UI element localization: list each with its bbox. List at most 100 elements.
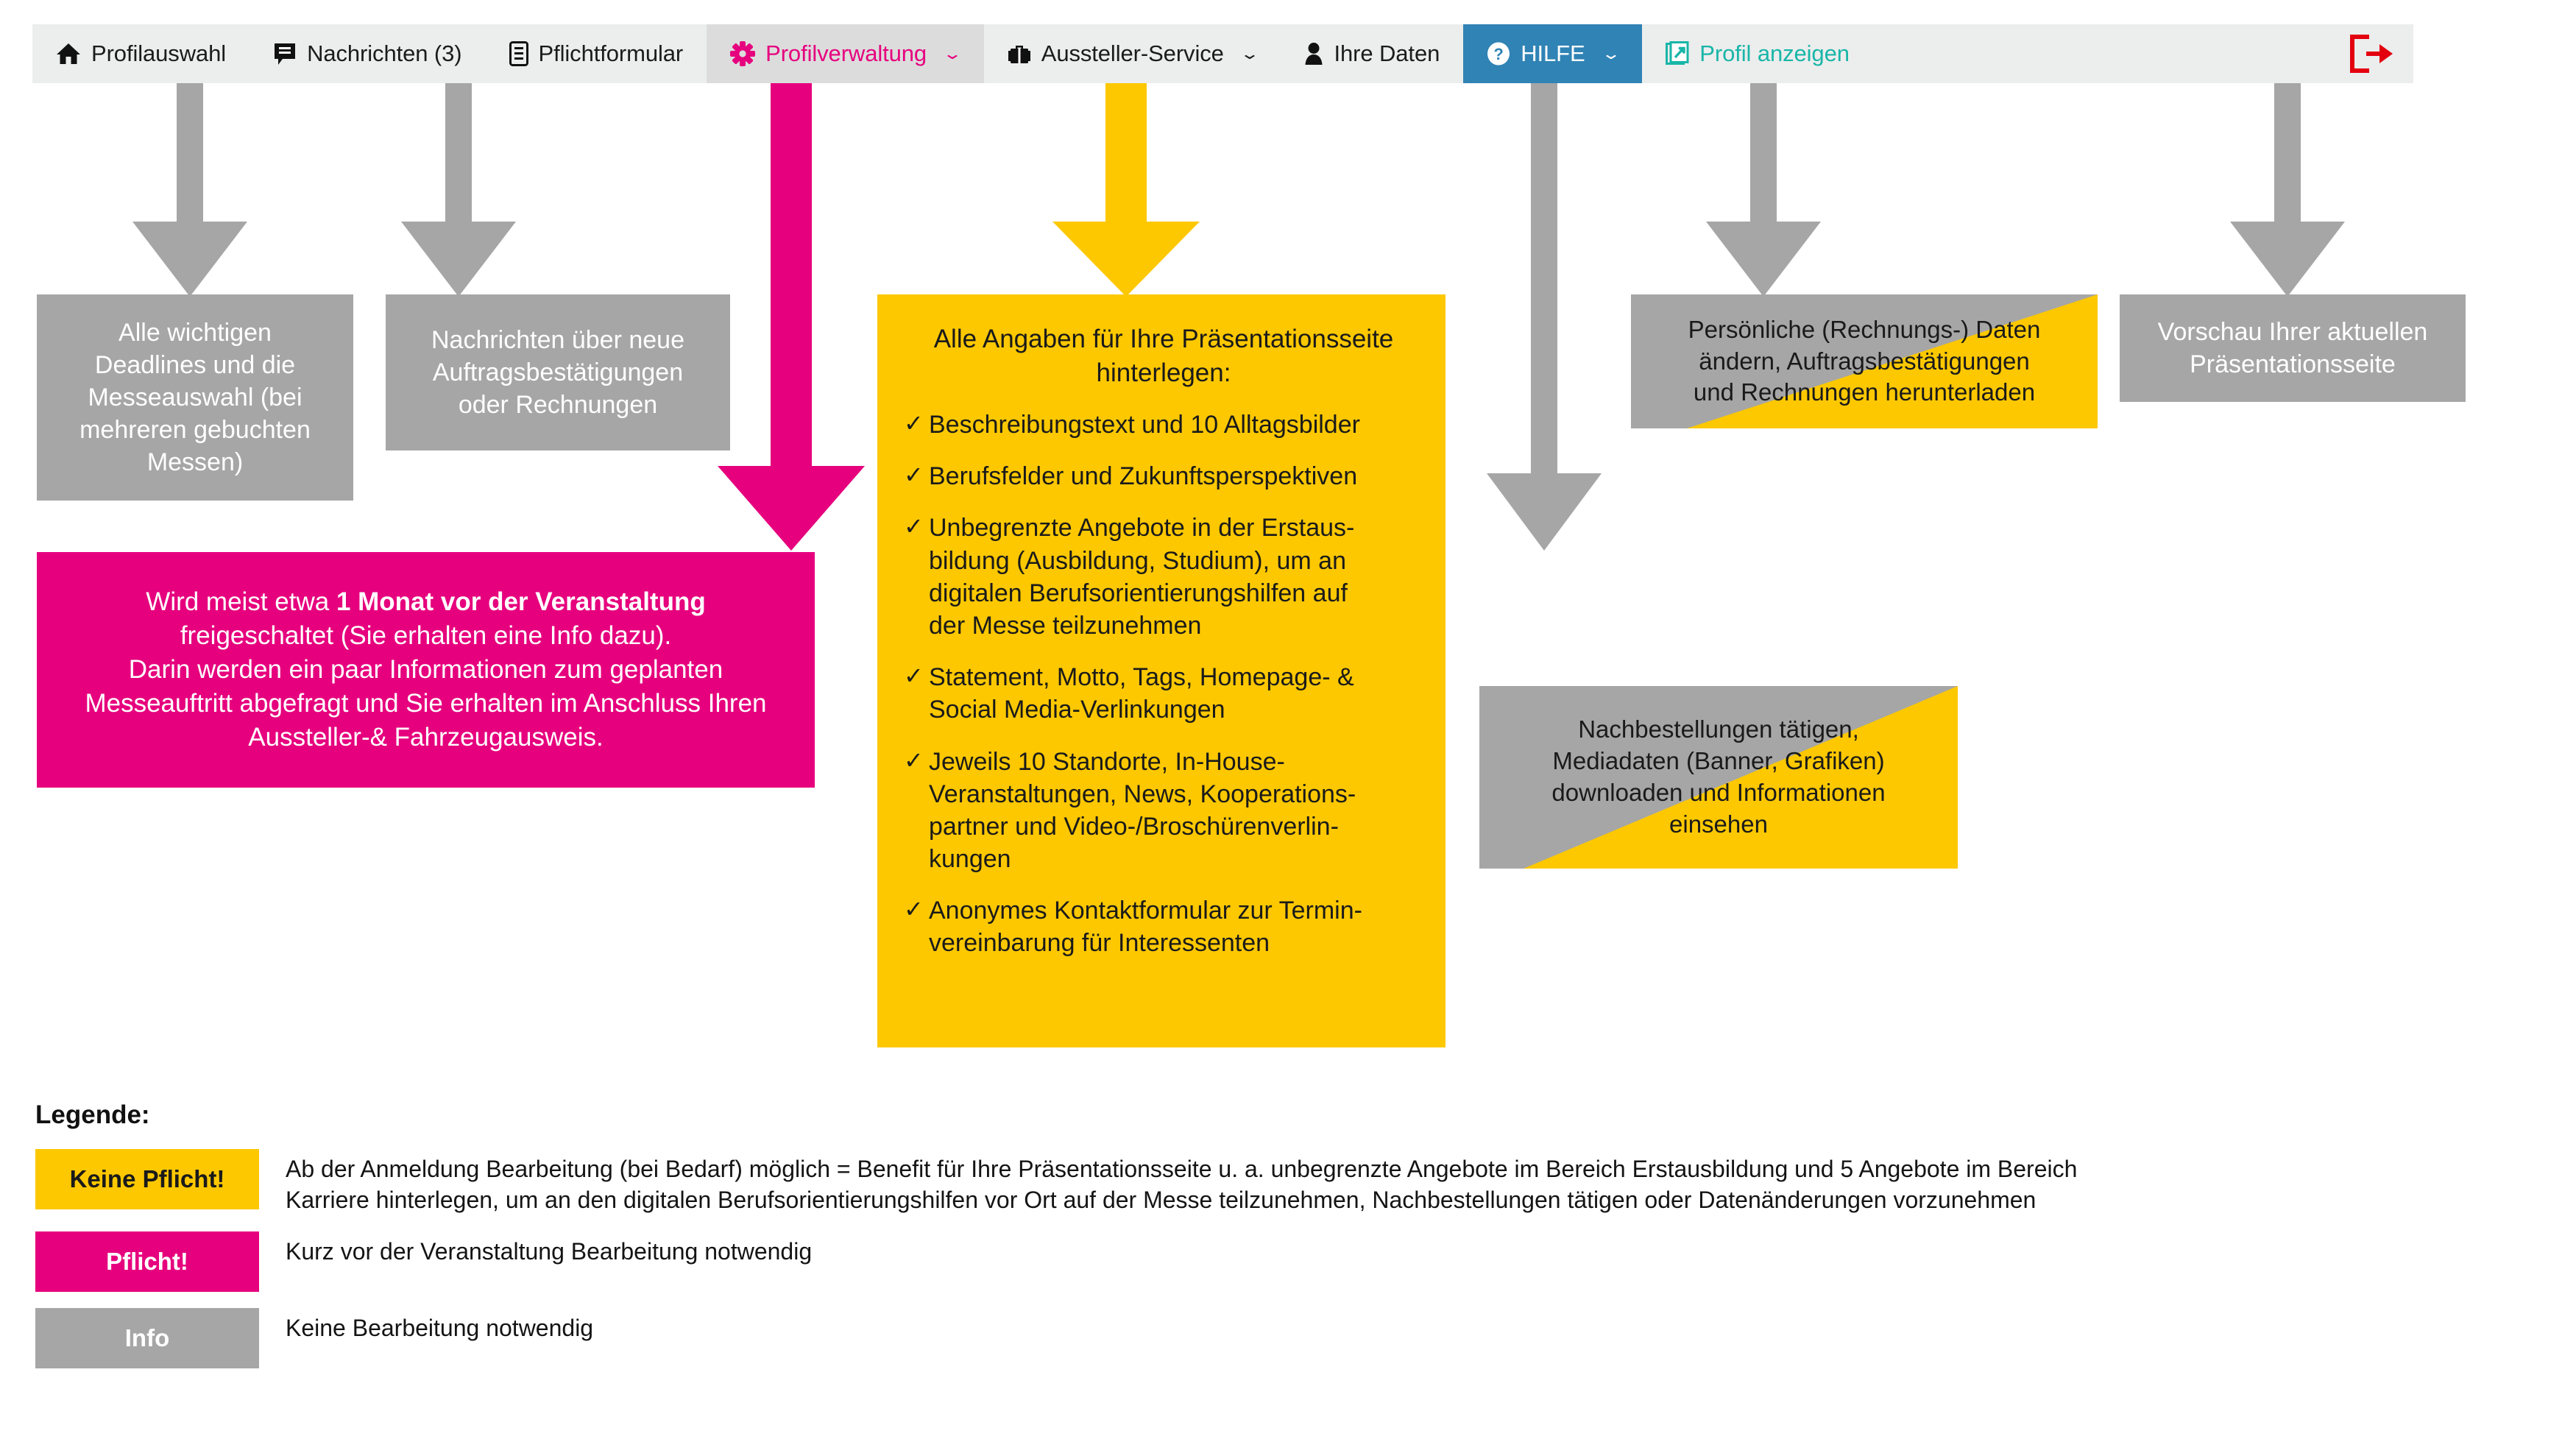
legend-row-keine-pflicht: Keine Pflicht! Ab der Anmeldung Bearbeit… <box>35 1149 2552 1215</box>
box-line: Deadlines und die <box>94 350 296 379</box>
arrow-to-ihre-daten-box <box>1706 83 1821 297</box>
legend-text-line: Kurz vor der Veranstaltung Bearbeitung n… <box>286 1238 813 1265</box>
nav-label-hilfe: HILFE <box>1521 40 1585 66</box>
nav-label-nachrichten: Nachrichten (3) <box>307 40 462 66</box>
logout-button[interactable] <box>2334 24 2413 83</box>
box-line: Messeauswahl (bei <box>88 383 302 411</box>
main-navigation: Profilauswahl Nachrichten (3) Pflichtfor… <box>32 24 2413 83</box>
arrow-to-nachrichten-box <box>401 83 516 297</box>
split-box-text: Persönliche (Rechnungs-) Daten ändern, A… <box>1631 314 2098 409</box>
legend-chip-pflicht: Pflicht! <box>35 1231 259 1293</box>
legend-text-line: Ab der Anmeldung Bearbeitung (bei Bedarf… <box>286 1156 2078 1182</box>
box-line: mehreren gebuchten <box>79 416 311 445</box>
check-icon: ✓ <box>904 410 924 437</box>
box-line: ändern, Auftragsbestätigungen <box>1699 347 2030 375</box>
external-window-icon <box>1666 41 1689 66</box>
nav-item-pflichtformular[interactable]: Pflichtformular <box>486 24 707 83</box>
message-icon <box>273 42 297 66</box>
arrow-to-profilauswahl-box <box>132 83 247 297</box>
box-line: Messen) <box>146 448 244 477</box>
box-line: Messeauftritt abgefragt und Sie erhalten… <box>85 689 767 718</box>
legend-text-line: Karriere hinterlegen, um an den digitale… <box>286 1187 2037 1214</box>
split-box-text: Nachbestellungen tätigen, Mediadaten (Ba… <box>1479 714 1958 841</box>
checklist-item-text: Unbegrenzte Angebote in der Erstaus-bild… <box>929 514 1355 640</box>
split-box-aussteller-service: Nachbestellungen tätigen, Mediadaten (Ba… <box>1479 686 1958 869</box>
box-line: Aussteller-& Fahrzeugausweis. <box>248 723 604 752</box>
box-line: Präsentationsseite <box>2190 350 2396 378</box>
check-icon: ✓ <box>904 896 924 923</box>
box-line: einsehen <box>1669 810 1768 838</box>
nav-item-aussteller-service[interactable]: Aussteller-Service ⌄ <box>984 24 1281 83</box>
legend-chip-info: Info <box>35 1308 259 1369</box>
checklist-item: ✓ Jeweils 10 Standorte, In-House- Veranst… <box>904 746 1423 876</box>
nav-item-profil-anzeigen[interactable]: Profil anzeigen <box>1642 24 1873 83</box>
nav-label-profilverwaltung: Profilverwaltung <box>765 40 927 66</box>
nav-label-profil-anzeigen: Profil anzeigen <box>1699 40 1850 66</box>
checklist-item: ✓ Berufsfelder und Zukunftsperspektiven <box>904 460 1423 492</box>
form-icon <box>509 41 528 66</box>
box-line: Darin werden ein paar Informationen zum … <box>128 654 723 684</box>
legend-row-info: Info Keine Bearbeitung notwendig <box>35 1308 2552 1369</box>
nav-label-aussteller-service: Aussteller-Service <box>1041 40 1224 66</box>
nav-item-profilverwaltung[interactable]: Profilverwaltung ⌄ <box>707 24 984 83</box>
box-line: oder Rechnungen <box>458 391 658 420</box>
checklist-item: ✓ Unbegrenzte Angebote in der Erstaus-bi… <box>904 512 1423 642</box>
box-line: Nachbestellungen tätigen, <box>1578 715 1859 743</box>
legend-chip-keine-pflicht: Keine Pflicht! <box>35 1149 259 1209</box>
box-line: und Rechnungen herunterladen <box>1693 378 2036 406</box>
legend-text-line: Keine Bearbeitung notwendig <box>286 1315 594 1342</box>
checklist-item: ✓ Statement, Motto, Tags, Homepage- & Soc… <box>904 661 1423 726</box>
check-icon: ✓ <box>904 746 924 774</box>
nav-item-nachrichten[interactable]: Nachrichten (3) <box>250 24 485 83</box>
chevron-down-icon: ⌄ <box>942 45 963 63</box>
nav-label-pflichtformular: Pflichtformular <box>538 40 684 66</box>
check-icon: ✓ <box>904 662 924 690</box>
question-circle-icon: ? <box>1487 42 1510 66</box>
legend-text-pflicht: Kurz vor der Veranstaltung Bearbeitung n… <box>259 1231 2552 1267</box>
legend-row-pflicht: Pflicht! Kurz vor der Veranstaltung Bear… <box>35 1231 2552 1293</box>
split-box-ihre-daten: Persönliche (Rechnungs-) Daten ändern, A… <box>1631 294 2098 428</box>
legend-text-keine-pflicht: Ab der Anmeldung Bearbeitung (bei Bedarf… <box>259 1149 2552 1215</box>
info-box-profil-anzeigen: Vorschau Ihrer aktuellen Präsentationsse… <box>2120 294 2466 402</box>
chevron-down-icon: ⌄ <box>1239 45 1260 63</box>
chevron-down-icon: ⌄ <box>1600 45 1621 63</box>
box-line: Wird meist etwa 1 Monat vor der Veransta… <box>146 587 706 616</box>
user-icon <box>1304 42 1323 66</box>
info-box-nachrichten: Nachrichten über neue Auftragsbestätigun… <box>386 294 730 450</box>
legend: Legende: Keine Pflicht! Ab der Anmeldung… <box>35 1100 2552 1385</box>
briefcase-icon <box>1008 43 1031 65</box>
svg-text:?: ? <box>1494 45 1504 63</box>
nav-item-ihre-daten[interactable]: Ihre Daten <box>1281 24 1463 83</box>
check-icon: ✓ <box>904 462 924 489</box>
keine-pflicht-box-profilverwaltung: Alle Angaben für Ihre Präsentationsseite… <box>877 294 1446 1047</box>
pflicht-box-pflichtformular: Wird meist etwa 1 Monat vor der Veransta… <box>37 552 815 788</box>
checklist-item: ✓ Anonymes Kontaktformular zur Termin-ve… <box>904 894 1423 959</box>
checklist-item: ✓ Beschreibungstext und 10 Alltagsbilder <box>904 409 1423 441</box>
nav-label-ihre-daten: Ihre Daten <box>1334 40 1440 66</box>
legend-text-info: Keine Bearbeitung notwendig <box>259 1308 2552 1343</box>
box-line: Alle wichtigen <box>118 318 272 347</box>
box-line: Auftragsbestätigungen <box>432 358 684 386</box>
arrow-to-profil-anzeigen-box <box>2230 83 2345 297</box>
checklist-item-text: Jeweils 10 Standorte, In-House- Veranstal… <box>929 747 1356 874</box>
box-line: Nachrichten über neue <box>431 325 684 354</box>
checklist-item-text: Statement, Motto, Tags, Homepage- & Socia… <box>929 663 1354 724</box>
box-line: Persönliche (Rechnungs-) Daten <box>1688 315 2041 343</box>
info-box-profilauswahl: Alle wichtigen Deadlines und die Messeau… <box>37 294 353 501</box>
box-line: downloaden und Informationen <box>1551 779 1886 806</box>
arrow-to-aussteller-service-box <box>1487 83 1602 551</box>
checklist-item-text: Beschreibungstext und 10 Alltagsbilder <box>929 411 1360 439</box>
nav-spacer <box>1872 24 2334 83</box>
box-line: Vorschau Ihrer aktuellen <box>2157 317 2428 346</box>
gear-icon <box>730 41 756 66</box>
box-line: Mediadaten (Banner, Grafiken) <box>1552 747 1885 775</box>
box-line: freigeschaltet (Sie erhalten eine Info d… <box>180 621 672 650</box>
yellow-box-headline: Alle Angaben für Ihre Präsentationsseite… <box>933 325 1394 387</box>
nav-item-profilauswahl[interactable]: Profilauswahl <box>32 24 250 83</box>
legend-title: Legende: <box>35 1100 150 1129</box>
check-icon: ✓ <box>904 513 924 540</box>
nav-item-hilfe[interactable]: ? HILFE ⌄ <box>1463 24 1643 83</box>
logout-icon <box>2347 35 2394 73</box>
checklist-item-text: Anonymes Kontaktformular zur Termin-vere… <box>929 897 1362 958</box>
home-icon <box>56 42 81 66</box>
